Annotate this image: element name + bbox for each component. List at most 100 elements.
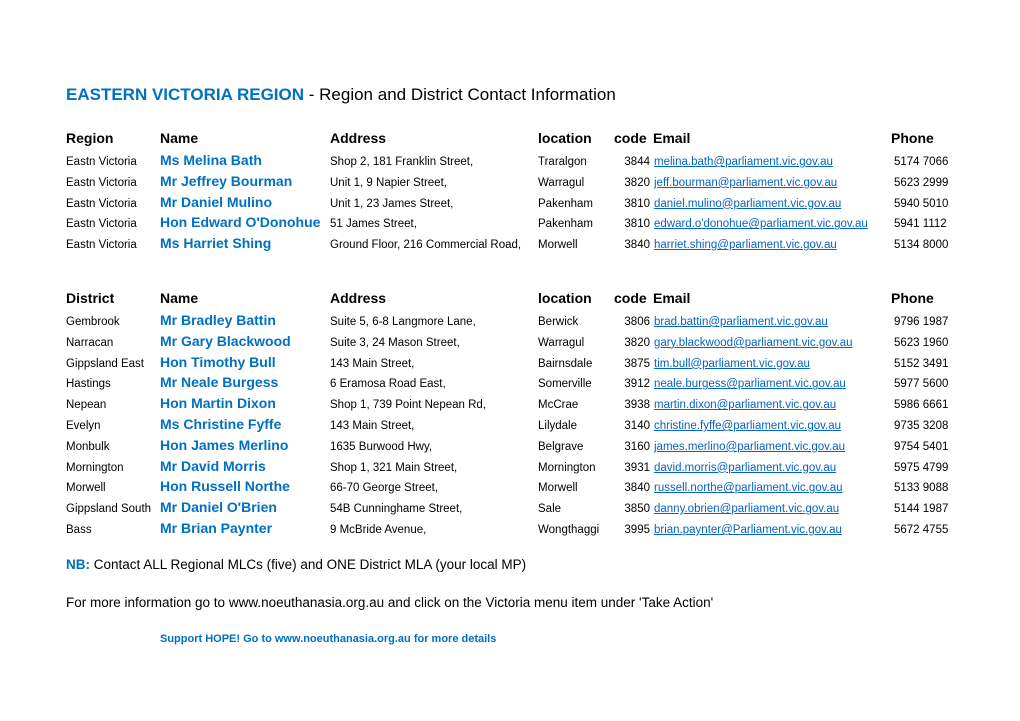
name-cell: Ms Christine Fyffe bbox=[160, 415, 282, 432]
nb-note: NB: Contact ALL Regional MLCs (five) and… bbox=[66, 557, 526, 572]
address-cell: 1635 Burwood Hwy, bbox=[330, 440, 433, 453]
postcode-cell: 3810 bbox=[624, 218, 650, 231]
region-cell: Eastn Victoria bbox=[66, 218, 137, 231]
location-cell: Lilydale bbox=[538, 419, 577, 432]
location-cell: Wongthaggi bbox=[538, 523, 600, 536]
name-cell: Ms Harriet Shing bbox=[160, 235, 272, 252]
postcode-cell: 3806 bbox=[624, 316, 650, 328]
phone-cell: 5623 1960 bbox=[894, 336, 949, 349]
postcode-cell: 3820 bbox=[624, 336, 650, 349]
region-cell: Eastn Victoria bbox=[66, 197, 137, 210]
postcode-cell: 3995 bbox=[624, 523, 650, 536]
email-link[interactable]: christine.fyffe@parliament.vic.gov.au bbox=[654, 420, 841, 432]
header-name: Name bbox=[160, 130, 199, 146]
address-cell: 51 James Street, bbox=[330, 218, 417, 231]
phone-cell: 5152 3491 bbox=[894, 357, 949, 370]
postcode-cell: 3820 bbox=[624, 176, 650, 189]
header-phone: Phone bbox=[891, 130, 934, 146]
email-link[interactable]: jeff.bourman@parliament.vic.gov.au bbox=[654, 177, 837, 189]
email-link[interactable]: tim.bull@parliament.vic.gov.au bbox=[654, 358, 810, 370]
address-cell: 143 Main Street, bbox=[330, 419, 415, 432]
postcode-cell: 3875 bbox=[624, 357, 650, 370]
district-cell: Monbulk bbox=[66, 440, 110, 453]
phone-cell: 5975 4799 bbox=[894, 461, 949, 474]
location-cell: Belgrave bbox=[538, 440, 584, 453]
address-cell: 143 Main Street, bbox=[330, 357, 415, 370]
address-cell: 66-70 George Street, bbox=[330, 482, 439, 495]
location-cell: McCrae bbox=[538, 399, 579, 412]
header-location: location bbox=[538, 290, 592, 306]
postcode-cell: 3810 bbox=[624, 197, 650, 210]
name-cell: Mr Daniel O'Brien bbox=[160, 499, 277, 516]
district-cell: Bass bbox=[66, 523, 92, 536]
email-link[interactable]: martin.dixon@parliament.vic.gov.au bbox=[654, 399, 836, 411]
header-location: location bbox=[538, 130, 592, 146]
location-cell: Bairnsdale bbox=[538, 357, 593, 370]
name-cell: Ms Melina Bath bbox=[160, 152, 262, 168]
address-cell: Shop 2, 181 Franklin Street, bbox=[330, 156, 474, 168]
name-cell: Hon Timothy Bull bbox=[160, 353, 276, 370]
location-cell: Warragul bbox=[538, 176, 585, 189]
address-cell: Unit 1, 23 James Street, bbox=[330, 197, 454, 210]
email-link[interactable]: brian.paynter@Parliament.vic.gov.au bbox=[654, 524, 842, 536]
phone-cell: 5986 6661 bbox=[894, 399, 949, 412]
name-cell: Hon Martin Dixon bbox=[160, 395, 276, 412]
location-cell: Sale bbox=[538, 503, 562, 516]
district-cell: Gembrook bbox=[66, 316, 120, 328]
address-cell: Shop 1, 321 Main Street, bbox=[330, 461, 458, 474]
email-link[interactable]: harriet.shing@parliament.vic.gov.au bbox=[654, 239, 837, 251]
address-cell: 9 McBride Avenue, bbox=[330, 523, 427, 536]
email-link[interactable]: david.morris@parliament.vic.gov.au bbox=[654, 462, 836, 474]
address-cell: Suite 5, 6-8 Langmore Lane, bbox=[330, 316, 476, 328]
name-cell: Mr Daniel Mulino bbox=[160, 193, 272, 210]
header-address: Address bbox=[330, 290, 387, 306]
header-phone: Phone bbox=[891, 290, 934, 306]
name-cell: Mr David Morris bbox=[160, 457, 266, 474]
email-link[interactable]: danny.obrien@parliament.vic.gov.au bbox=[654, 503, 839, 515]
email-link[interactable]: edward.o'donohue@parliament.vic.gov.au bbox=[654, 218, 868, 230]
phone-cell: 5977 5600 bbox=[894, 378, 949, 391]
phone-cell: 5134 8000 bbox=[894, 239, 949, 252]
district-cell: Morwell bbox=[66, 482, 106, 495]
phone-cell: 5133 9088 bbox=[894, 482, 949, 495]
header-email: Email bbox=[653, 130, 691, 146]
name-cell: Mr Bradley Battin bbox=[160, 312, 276, 328]
email-link[interactable]: james.merlino@parliament.vic.gov.au bbox=[654, 441, 845, 453]
header-address: Address bbox=[330, 130, 387, 146]
location-cell: Morwell bbox=[538, 239, 578, 252]
email-link[interactable]: melina.bath@parliament.vic.gov.au bbox=[654, 156, 833, 168]
page-title: EASTERN VICTORIA REGION - Region and Dis… bbox=[66, 85, 616, 105]
region-cell: Eastn Victoria bbox=[66, 176, 137, 189]
region-cell: Eastn Victoria bbox=[66, 156, 137, 168]
phone-cell: 5672 4755 bbox=[894, 523, 949, 536]
postcode-cell: 3938 bbox=[624, 399, 650, 412]
postcode-cell: 3840 bbox=[624, 239, 650, 252]
email-link[interactable]: daniel.mulino@parliament.vic.gov.au bbox=[654, 198, 841, 210]
phone-cell: 9796 1987 bbox=[894, 316, 949, 328]
address-cell: 6 Eramosa Road East, bbox=[330, 378, 446, 391]
header-code: code bbox=[614, 290, 647, 306]
phone-cell: 5940 5010 bbox=[894, 197, 949, 210]
email-link[interactable]: russell.northe@parliament.vic.gov.au bbox=[654, 482, 843, 494]
title-subtitle: - Region and District Contact Informatio… bbox=[304, 85, 616, 104]
phone-cell: 5941 1112 bbox=[894, 218, 947, 231]
email-link[interactable]: brad.battin@parliament.vic.gov.au bbox=[654, 316, 828, 328]
region-cell: Eastn Victoria bbox=[66, 239, 137, 252]
district-cell: Nepean bbox=[66, 399, 107, 412]
name-cell: Hon James Merlino bbox=[160, 436, 289, 453]
address-cell: Ground Floor, 216 Commercial Road, bbox=[330, 239, 522, 252]
support-hope-note: Support HOPE! Go to www.noeuthanasia.org… bbox=[160, 633, 497, 645]
address-cell: Suite 3, 24 Mason Street, bbox=[330, 336, 460, 349]
district-cell: Evelyn bbox=[66, 419, 101, 432]
email-link[interactable]: gary.blackwood@parliament.vic.gov.au bbox=[654, 337, 853, 349]
location-cell: Warragul bbox=[538, 336, 585, 349]
name-cell: Mr Gary Blackwood bbox=[160, 332, 291, 349]
phone-cell: 9754 5401 bbox=[894, 440, 949, 453]
location-cell: Traralgon bbox=[538, 156, 587, 168]
header-code: code bbox=[614, 130, 647, 146]
name-cell: Mr Neale Burgess bbox=[160, 374, 279, 391]
postcode-cell: 3931 bbox=[624, 461, 650, 474]
postcode-cell: 3840 bbox=[624, 482, 650, 495]
district-cell: Gippsland East bbox=[66, 357, 144, 370]
email-link[interactable]: neale.burgess@parliament.vic.gov.au bbox=[654, 378, 846, 390]
